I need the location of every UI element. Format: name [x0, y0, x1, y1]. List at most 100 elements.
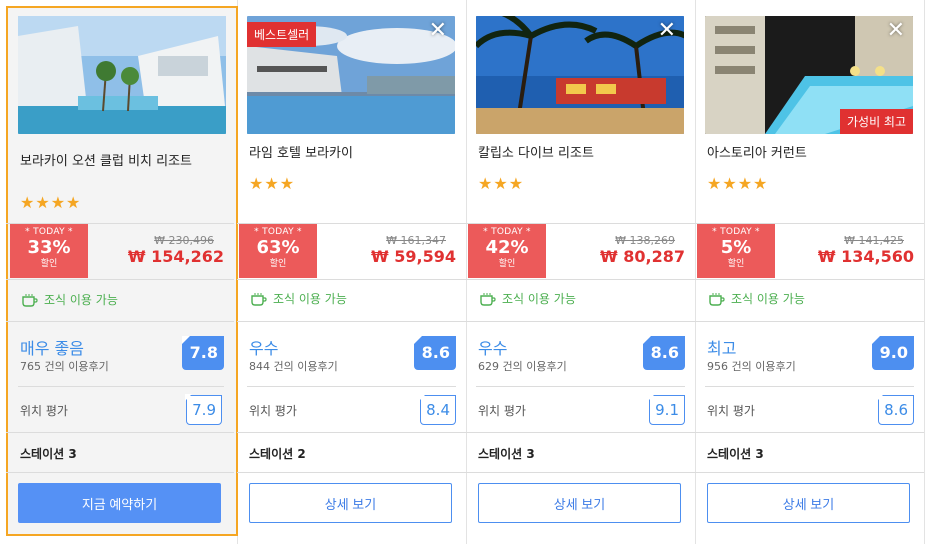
review-count[interactable]: 629 건의 이용후기 [478, 358, 567, 374]
hotel-photo[interactable]: ✕ [476, 16, 684, 134]
star-rating: ★★★★ [20, 193, 82, 212]
discount-badge: * TODAY * 42% 할인 [468, 224, 546, 278]
breakfast-info: 조식 이용 가능 [251, 290, 347, 307]
best-value-badge: 가성비 최고 [839, 109, 913, 134]
discount-suffix: 할인 [269, 259, 287, 269]
close-icon[interactable]: ✕ [429, 20, 447, 42]
rating-word: 최고 [707, 339, 737, 358]
view-details-button[interactable]: 상세 보기 [707, 483, 910, 523]
station-label: 스테이션 3 [20, 447, 77, 461]
divider [476, 386, 685, 387]
divider [466, 279, 695, 280]
breakfast-label: 조식 이용 가능 [731, 292, 805, 306]
breakfast-label: 조식 이용 가능 [44, 293, 118, 307]
location-score: 8.6 [877, 394, 914, 425]
review-score: 8.6 [414, 336, 456, 370]
divider [247, 386, 456, 387]
location-rating-label: 위치 평가 [707, 404, 755, 418]
discount-percent: 42% [485, 237, 529, 258]
hotel-photo[interactable]: ✕ 가성비 최고 [705, 16, 913, 134]
divider [705, 386, 914, 387]
hotel-card[interactable]: 보라카이 오션 클럽 비치 리조트 ★★★★ * TODAY * 33% 할인 … [6, 6, 238, 536]
discount-badge: * TODAY * 63% 할인 [239, 224, 317, 278]
star-rating: ★★★ [249, 174, 296, 193]
rating-word: 우수 [249, 339, 279, 358]
discount-badge: * TODAY * 33% 할인 [10, 224, 88, 278]
original-price: ₩ 138,269 [615, 234, 675, 247]
review-score: 7.8 [182, 336, 224, 370]
sale-price[interactable]: ₩ 59,594 [371, 247, 456, 266]
breakfast-label: 조식 이용 가능 [273, 292, 347, 306]
hotel-card[interactable]: ✕ 칼립소 다이브 리조트 ★★★ * TODAY * 42% 할인 ₩ 138… [466, 0, 695, 540]
discount-percent: 5% [720, 237, 752, 258]
divider [6, 432, 234, 433]
divider [237, 432, 466, 433]
discount-suffix: 할인 [727, 259, 745, 269]
view-details-button[interactable]: 상세 보기 [249, 483, 452, 523]
station-label: 스테이션 2 [249, 447, 306, 461]
breakfast-info: 조식 이용 가능 [22, 291, 118, 308]
divider [237, 279, 466, 280]
station-label: 스테이션 3 [707, 447, 764, 461]
location-score: 9.1 [648, 394, 685, 425]
location-score: 7.9 [185, 394, 222, 425]
close-icon[interactable]: ✕ [658, 20, 676, 42]
coffee-cup-icon [709, 292, 725, 306]
hotel-name[interactable]: 라임 호텔 보라카이 [249, 144, 449, 163]
station-label: 스테이션 3 [478, 447, 535, 461]
divider [6, 279, 234, 280]
divider [695, 321, 924, 322]
sale-price[interactable]: ₩ 80,287 [600, 247, 685, 266]
hotel-card[interactable]: ✕ 가성비 최고 아스토리아 커런트 ★★★★ * TODAY * 5% 할인 … [695, 0, 924, 540]
rating-word: 우수 [478, 339, 508, 358]
sale-price[interactable]: ₩ 134,560 [818, 247, 914, 266]
coffee-cup-icon [22, 293, 38, 307]
review-count[interactable]: 956 건의 이용후기 [707, 358, 796, 374]
discount-suffix: 할인 [40, 259, 58, 269]
today-label: * TODAY * [712, 227, 760, 237]
divider [237, 321, 466, 322]
today-label: * TODAY * [483, 227, 531, 237]
divider [695, 432, 924, 433]
hotel-photo[interactable] [18, 16, 226, 134]
coffee-cup-icon [480, 292, 496, 306]
breakfast-info: 조식 이용 가능 [709, 290, 805, 307]
bestseller-badge: 베스트셀러 [247, 22, 317, 47]
discount-percent: 33% [27, 237, 71, 258]
divider [695, 472, 924, 473]
location-score: 8.4 [419, 394, 456, 425]
hotel-name[interactable]: 칼립소 다이브 리조트 [478, 144, 678, 163]
column-divider [924, 0, 925, 544]
location-rating-label: 위치 평가 [478, 404, 526, 418]
star-rating: ★★★ [478, 174, 525, 193]
sale-price[interactable]: ₩ 154,262 [128, 247, 224, 266]
divider [466, 321, 695, 322]
discount-percent: 63% [256, 237, 300, 258]
hotel-name[interactable]: 아스토리아 커런트 [707, 144, 907, 163]
discount-suffix: 할인 [498, 259, 516, 269]
divider [695, 279, 924, 280]
divider [6, 472, 234, 473]
location-rating-label: 위치 평가 [249, 404, 297, 418]
review-score: 8.6 [643, 336, 685, 370]
review-count[interactable]: 844 건의 이용후기 [249, 358, 338, 374]
original-price: ₩ 230,496 [154, 234, 214, 247]
hotel-card-content: 보라카이 오션 클럽 비치 리조트 ★★★★ * TODAY * 33% 할인 … [6, 0, 234, 526]
palm-beach-image [476, 16, 684, 134]
hotel-photo[interactable]: 베스트셀러 ✕ [247, 16, 455, 134]
beach-resort-image [18, 16, 226, 134]
divider [466, 432, 695, 433]
review-score: 9.0 [872, 336, 914, 370]
divider [6, 321, 234, 322]
original-price: ₩ 141,425 [844, 234, 904, 247]
discount-badge: * TODAY * 5% 할인 [697, 224, 775, 278]
view-details-button[interactable]: 상세 보기 [478, 483, 681, 523]
today-label: * TODAY * [25, 227, 73, 237]
hotel-name[interactable]: 보라카이 오션 클럽 비치 리조트 [20, 152, 200, 171]
close-icon[interactable]: ✕ [887, 20, 905, 42]
original-price: ₩ 161,347 [386, 234, 446, 247]
hotel-card[interactable]: 베스트셀러 ✕ 라임 호텔 보라카이 ★★★ * TODAY * 63% 할인 … [237, 0, 466, 540]
rating-word: 매우 좋음 [20, 339, 84, 358]
review-count[interactable]: 765 건의 이용후기 [20, 358, 109, 374]
book-now-button[interactable]: 지금 예약하기 [18, 483, 221, 523]
